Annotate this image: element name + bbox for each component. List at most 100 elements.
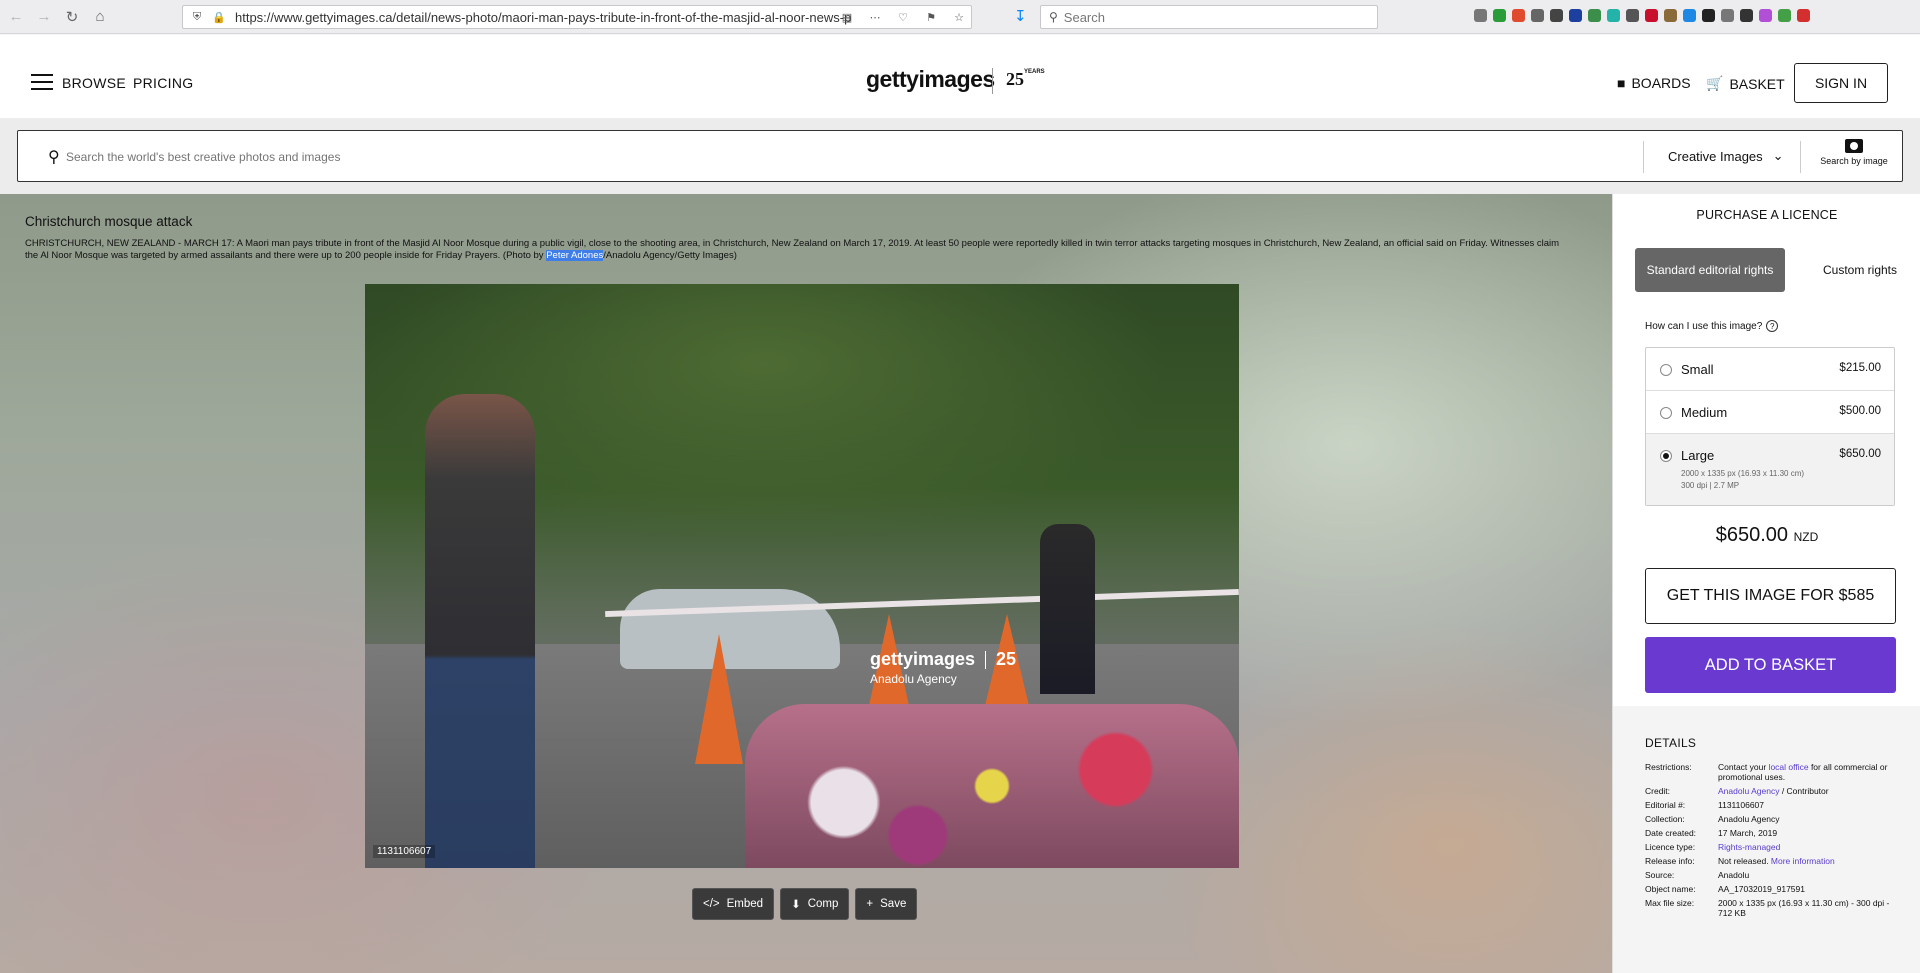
extension-icon[interactable] [1740, 9, 1753, 22]
image-actions: </> Embed ⬇ Comp + Save [692, 888, 918, 920]
local-office-link[interactable]: local office [1769, 762, 1809, 772]
credit-text: / Contributor [1779, 786, 1829, 796]
photographer-link[interactable]: Peter Adones [546, 250, 604, 261]
home-icon[interactable]: ⌂ [88, 5, 112, 29]
download-icon[interactable]: ↧ [1014, 7, 1027, 25]
add-to-basket-button[interactable]: ADD TO BASKET [1645, 637, 1896, 693]
more-information-link[interactable]: More information [1771, 856, 1835, 866]
extensions-toolbar [1474, 9, 1810, 22]
site-header: BROWSE PRICING gettyimages 25YEARS ■ BOA… [0, 35, 1920, 118]
detail-label: Date created: [1645, 828, 1697, 838]
size-name: Large [1681, 448, 1715, 463]
extension-icon[interactable] [1664, 9, 1677, 22]
restrictions-text: Contact your [1718, 762, 1769, 772]
bookmark-star-icon[interactable]: ☆ [951, 9, 967, 25]
forward-icon[interactable]: → [32, 5, 56, 29]
size-name: Medium [1681, 405, 1728, 420]
pricing-link[interactable]: PRICING [133, 75, 193, 91]
size-price: $650.00 [1839, 448, 1881, 460]
currency: NZD [1793, 530, 1819, 544]
extension-icon[interactable] [1550, 9, 1563, 22]
extension-icon[interactable] [1797, 9, 1810, 22]
boards-link[interactable]: ■ BOARDS [1617, 75, 1691, 91]
browse-link[interactable]: BROWSE [62, 75, 126, 91]
licence-box: PURCHASE A LICENCE Standard editorial ri… [1613, 194, 1920, 706]
url-text[interactable]: https://www.gettyimages.ca/detail/news-p… [235, 10, 895, 25]
embed-label: Embed [726, 898, 764, 910]
detail-row: Max file size: 2000 x 1335 px (16.93 x 11… [1645, 898, 1905, 918]
size-option-large[interactable]: Large $650.00 2000 x 1335 px (16.93 x 11… [1646, 434, 1894, 505]
size-options: Small $215.00 Medium $500.00 Large $650.… [1645, 347, 1895, 506]
custom-rights-tab[interactable]: Custom rights [1785, 248, 1920, 292]
shield-icon[interactable]: ⛨ [189, 9, 205, 25]
browser-search-field[interactable]: ⚲ Search [1040, 5, 1378, 29]
release-text: Not released. [1718, 856, 1771, 866]
search-by-image-label: Search by image [1820, 156, 1888, 166]
basket-link[interactable]: 🛒 BASKET [1706, 75, 1785, 92]
size-price: $500.00 [1839, 405, 1881, 417]
licence-type-link[interactable]: Rights-managed [1718, 842, 1898, 852]
photo-cone [695, 634, 743, 764]
size-option-small[interactable]: Small $215.00 [1646, 348, 1894, 391]
size-name: Small [1681, 362, 1714, 377]
usage-help-link[interactable]: How can I use this image? ? [1645, 320, 1779, 332]
standard-rights-tab[interactable]: Standard editorial rights [1635, 248, 1785, 292]
save-button[interactable]: + Save [855, 888, 918, 920]
image-title: Christchurch mosque attack [25, 214, 193, 229]
extension-icon[interactable] [1778, 9, 1791, 22]
search-input[interactable] [66, 145, 1316, 169]
rights-toggle: Standard editorial rights Custom rights [1635, 248, 1920, 292]
detail-row: Restrictions: Contact your local office f… [1645, 762, 1905, 782]
getty-logo[interactable]: gettyimages [866, 66, 995, 93]
purchase-panel: PURCHASE A LICENCE Standard editorial ri… [1612, 194, 1920, 973]
flag-icon[interactable]: ⚑ [923, 9, 939, 25]
details-heading: DETAILS [1645, 736, 1697, 750]
extension-icon[interactable] [1607, 9, 1620, 22]
save-label: Save [880, 898, 907, 910]
extension-icon[interactable] [1531, 9, 1544, 22]
size-option-medium[interactable]: Medium $500.00 [1646, 391, 1894, 434]
credit-link[interactable]: Anadolu Agency [1718, 786, 1779, 796]
detail-row: Licence type: Rights-managed [1645, 842, 1905, 852]
radio-small[interactable] [1660, 364, 1672, 376]
extension-icon[interactable] [1702, 9, 1715, 22]
radio-large[interactable] [1660, 450, 1672, 462]
sign-in-button[interactable]: SIGN IN [1794, 63, 1888, 103]
library-icon[interactable] [1474, 9, 1487, 22]
reload-icon[interactable]: ↻ [60, 5, 84, 29]
detail-label: Release info: [1645, 856, 1695, 866]
extension-icon[interactable] [1759, 9, 1772, 22]
news-photo[interactable]: gettyimages 25 Anadolu Agency 1131106607 [365, 284, 1239, 868]
embed-button[interactable]: </> Embed [692, 888, 775, 920]
extension-icon[interactable] [1588, 9, 1601, 22]
search-by-image-button[interactable]: Search by image [1816, 139, 1892, 166]
url-bar[interactable]: ⛨ 🔒 https://www.gettyimages.ca/detail/ne… [182, 5, 972, 29]
size-dimensions: 2000 x 1335 px (16.93 x 11.30 cm) [1681, 469, 1805, 478]
menu-icon[interactable] [31, 74, 53, 90]
total-price: $650.00 NZD [1613, 524, 1920, 547]
search-form: ⚲ Creative Images ⌄ Search by image [17, 130, 1903, 182]
extension-icon[interactable] [1569, 9, 1582, 22]
lock-icon[interactable]: 🔒 [211, 9, 227, 25]
extension-icon[interactable] [1626, 9, 1639, 22]
detail-value: Anadolu Agency / Contributor [1718, 786, 1898, 796]
detail-row: Collection: Anadolu Agency [1645, 814, 1905, 824]
comp-button[interactable]: ⬇ Comp [780, 888, 850, 920]
pocket-icon[interactable]: ♡ [895, 9, 911, 25]
radio-medium[interactable] [1660, 407, 1672, 419]
size-resolution: 300 dpi | 2.7 MP [1681, 481, 1740, 490]
comp-label: Comp [807, 898, 839, 910]
search-icon[interactable]: ⚲ [48, 147, 60, 167]
page-actions-icon[interactable]: ⋯ [867, 9, 883, 25]
question-icon[interactable]: ? [1766, 320, 1779, 332]
extension-icon[interactable] [1493, 9, 1506, 22]
back-icon[interactable]: ← [4, 5, 28, 29]
reader-view-icon[interactable]: ▤ [839, 9, 855, 25]
extension-icon[interactable] [1645, 9, 1658, 22]
extension-icon[interactable] [1721, 9, 1734, 22]
extension-icon[interactable] [1683, 9, 1696, 22]
image-type-select[interactable]: Creative Images ⌄ [1668, 148, 1784, 164]
extension-icon[interactable] [1512, 9, 1525, 22]
detail-row: Editorial #: 1131106607 [1645, 800, 1905, 810]
get-image-button[interactable]: GET THIS IMAGE FOR $585 [1645, 568, 1896, 624]
